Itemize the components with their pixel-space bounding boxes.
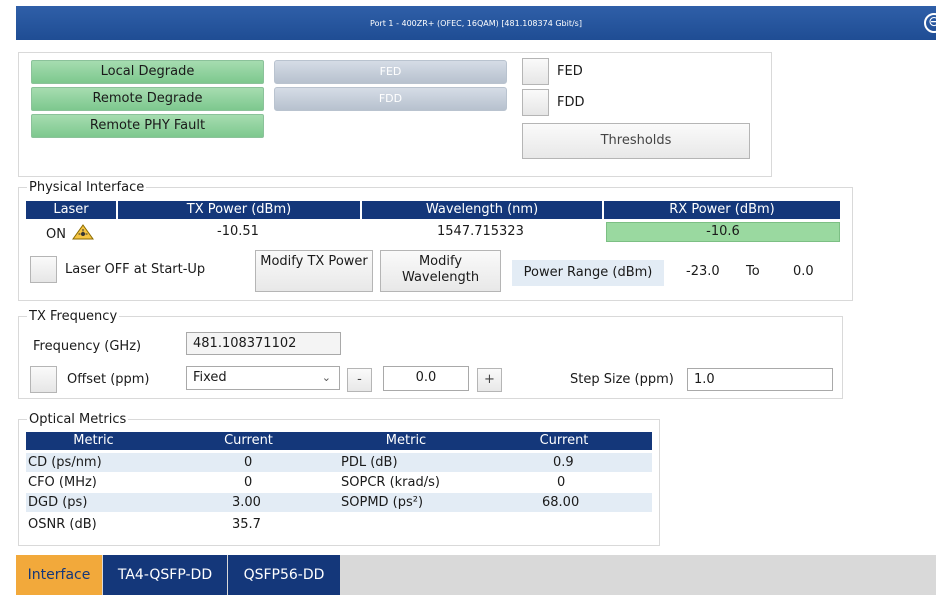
thresholds-button[interactable]: Thresholds	[522, 123, 750, 159]
offset-label: Offset (ppm)	[67, 372, 150, 387]
metric-value: 3.00	[232, 495, 261, 510]
table-row: DGD (ps) 3.00 SOPMD (ps²) 68.00	[26, 493, 652, 512]
fdd-checkbox-label: FDD	[557, 95, 585, 110]
table-row: CFO (MHz) 0 SOPCR (krad/s) 0	[26, 473, 652, 492]
metric-name: DGD (ps)	[28, 495, 88, 510]
metric-name: CFO (MHz)	[28, 475, 97, 490]
modify-tx-power-label: Modify TX Power	[260, 254, 368, 269]
fed-indicator: FED	[274, 60, 507, 84]
modify-wavelength-label: Modify Wavelength	[401, 254, 480, 285]
fdd-indicator: FDD	[274, 87, 507, 111]
laser-off-label: Laser OFF at Start-Up	[65, 262, 206, 277]
tx-frequency-legend: TX Frequency	[27, 309, 120, 324]
laser-state: ON	[46, 224, 94, 244]
tab-interface[interactable]: Interface	[16, 555, 102, 595]
modify-tx-power-button[interactable]: Modify TX Power	[255, 250, 373, 292]
tab-bar: Interface TA4-QSFP-DD QSFP56-DD	[16, 555, 936, 595]
power-range-max: 0.0	[793, 264, 814, 279]
offset-mode-select[interactable]: Fixed ⌄	[186, 366, 340, 390]
tab-ta4-qsfp-dd[interactable]: TA4-QSFP-DD	[103, 555, 227, 595]
metric-name: SOPCR (krad/s)	[341, 475, 440, 490]
current-header-2: Current	[476, 432, 652, 450]
remote-phy-fault-indicator: Remote PHY Fault	[31, 114, 264, 138]
window-titlebar: Port 1 - 400ZR+ (OFEC, 16QAM) [481.10837…	[16, 6, 936, 40]
collapse-icon[interactable]: ⊖	[924, 13, 936, 33]
table-row: OSNR (dB) 35.7	[26, 515, 652, 534]
metric-value: 35.7	[232, 517, 261, 532]
metric-value: 0.9	[553, 455, 574, 470]
rx-power-value: -10.6	[606, 222, 840, 242]
wavelength-value: 1547.715323	[437, 224, 524, 239]
metric-header-2: Metric	[336, 432, 476, 450]
wavelength-header: Wavelength (nm)	[362, 201, 602, 219]
metric-name: PDL (dB)	[341, 455, 398, 470]
fed-checkbox[interactable]	[522, 58, 549, 85]
chevron-down-icon: ⌄	[321, 371, 331, 384]
metric-value: 0	[244, 475, 253, 490]
frequency-label: Frequency (GHz)	[33, 339, 142, 354]
window-title: Port 1 - 400ZR+ (OFEC, 16QAM) [481.10837…	[370, 18, 582, 28]
offset-mode-value: Fixed	[193, 370, 227, 385]
offset-checkbox[interactable]	[30, 366, 57, 393]
step-size-field[interactable]: 1.0	[687, 368, 833, 391]
metric-name: OSNR (dB)	[28, 517, 97, 532]
tx-power-header: TX Power (dBm)	[118, 201, 360, 219]
frequency-field[interactable]: 481.108371102	[186, 332, 341, 355]
optical-metrics-legend: Optical Metrics	[27, 412, 129, 427]
laser-header: Laser	[26, 201, 116, 219]
offset-value-field[interactable]: 0.0	[383, 366, 469, 391]
metric-header-1: Metric	[26, 432, 161, 450]
laser-state-value: ON	[46, 226, 66, 242]
power-range-min: -23.0	[686, 264, 720, 279]
metric-name: SOPMD (ps²)	[341, 495, 424, 510]
offset-decrement-button[interactable]: -	[347, 368, 372, 392]
laser-off-checkbox[interactable]	[30, 256, 57, 283]
metric-value: 68.00	[542, 495, 580, 510]
power-range-to: To	[746, 264, 760, 279]
physical-interface-legend: Physical Interface	[27, 180, 147, 195]
rx-power-header: RX Power (dBm)	[604, 201, 840, 219]
offset-increment-button[interactable]: +	[477, 368, 502, 392]
metric-value: 0	[244, 455, 253, 470]
tab-qsfp56-dd[interactable]: QSFP56-DD	[228, 555, 340, 595]
tx-power-value: -10.51	[217, 224, 259, 239]
remote-degrade-indicator: Remote Degrade	[31, 87, 264, 111]
modify-wavelength-button[interactable]: Modify Wavelength	[380, 250, 501, 292]
power-range-label: Power Range (dBm)	[512, 260, 664, 286]
table-row: CD (ps/nm) 0 PDL (dB) 0.9	[26, 453, 652, 472]
fed-checkbox-label: FED	[557, 64, 583, 79]
metric-name: CD (ps/nm)	[28, 455, 102, 470]
metric-value: 0	[557, 475, 566, 490]
step-size-label: Step Size (ppm)	[570, 372, 674, 387]
current-header-1: Current	[161, 432, 336, 450]
local-degrade-indicator: Local Degrade	[31, 60, 264, 84]
fdd-checkbox[interactable]	[522, 89, 549, 116]
laser-warning-icon	[71, 224, 94, 244]
